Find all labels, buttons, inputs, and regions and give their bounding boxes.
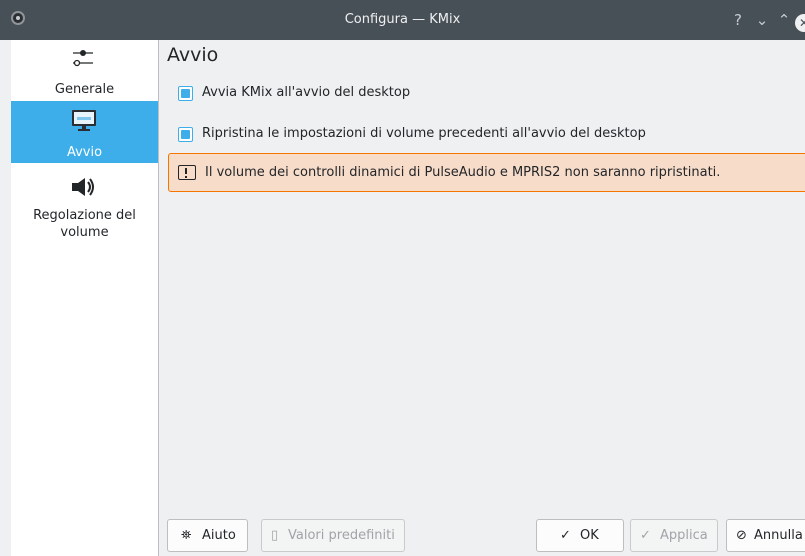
cancel-icon: ⊘	[736, 528, 747, 543]
warning-text: Il volume dei controlli dinamici di Puls…	[205, 165, 721, 180]
defaults-button[interactable]: ▯ Valori predefiniti	[261, 519, 405, 552]
sidebar: Generale Avvio Regolazione del volume	[11, 40, 159, 556]
autostart-checkbox-row[interactable]: Avvia KMix all'avvio del desktop	[178, 84, 498, 102]
help-icon[interactable]: ?	[728, 10, 748, 30]
settings-window: Configura — KMix ? ⌄ ⌃ ✕ Generale Avvio	[0, 0, 805, 556]
title-bar[interactable]: Configura — KMix ? ⌄ ⌃ ✕	[0, 0, 805, 40]
ok-button[interactable]: ✓ OK	[536, 519, 624, 552]
page-title: Avvio	[167, 44, 219, 66]
restore-volume-checkbox[interactable]	[178, 127, 193, 142]
warning-icon	[178, 165, 196, 180]
defaults-button-label: Valori predefiniti	[288, 528, 395, 543]
sidebar-item-label: Generale	[54, 82, 115, 97]
lifebuoy-icon: ⛯	[181, 528, 192, 543]
window-title: Configura — KMix	[344, 12, 461, 27]
warning-message: Il volume dei controlli dinamici di Puls…	[168, 153, 805, 192]
apply-button-label: Applica	[660, 528, 708, 543]
help-button-label: Aiuto	[202, 528, 236, 543]
speaker-icon	[72, 178, 94, 196]
minimize-icon[interactable]: ⌄	[752, 10, 772, 30]
sidebar-item-label: Regolazione del volume	[33, 208, 136, 240]
cancel-button[interactable]: ⊘ Annulla	[726, 519, 805, 552]
sidebar-item-avvio[interactable]: Avvio	[11, 101, 158, 163]
autostart-checkbox[interactable]	[178, 86, 193, 101]
monitor-icon	[72, 110, 96, 131]
sliders-icon	[73, 50, 93, 67]
help-button[interactable]: ⛯ Aiuto	[167, 519, 248, 552]
sidebar-item-regolazione-volume[interactable]: Regolazione del volume	[11, 164, 158, 254]
checkmark-icon: ✓	[560, 528, 571, 543]
maximize-icon[interactable]: ⌃	[774, 10, 794, 30]
restore-volume-checkbox-row[interactable]: Ripristina le impostazioni di volume pre…	[178, 125, 778, 143]
sidebar-item-label: Avvio	[66, 145, 103, 160]
checkmark-icon: ✓	[640, 528, 651, 543]
document-revert-icon: ▯	[271, 528, 279, 543]
autostart-label[interactable]: Avvia KMix all'avvio del desktop	[202, 84, 410, 102]
sidebar-item-generale[interactable]: Generale	[11, 40, 158, 100]
apply-button[interactable]: ✓ Applica	[630, 519, 718, 552]
cancel-button-label: Annulla	[754, 528, 803, 543]
ok-button-label: OK	[580, 528, 599, 543]
restore-volume-label[interactable]: Ripristina le impostazioni di volume pre…	[202, 125, 646, 143]
